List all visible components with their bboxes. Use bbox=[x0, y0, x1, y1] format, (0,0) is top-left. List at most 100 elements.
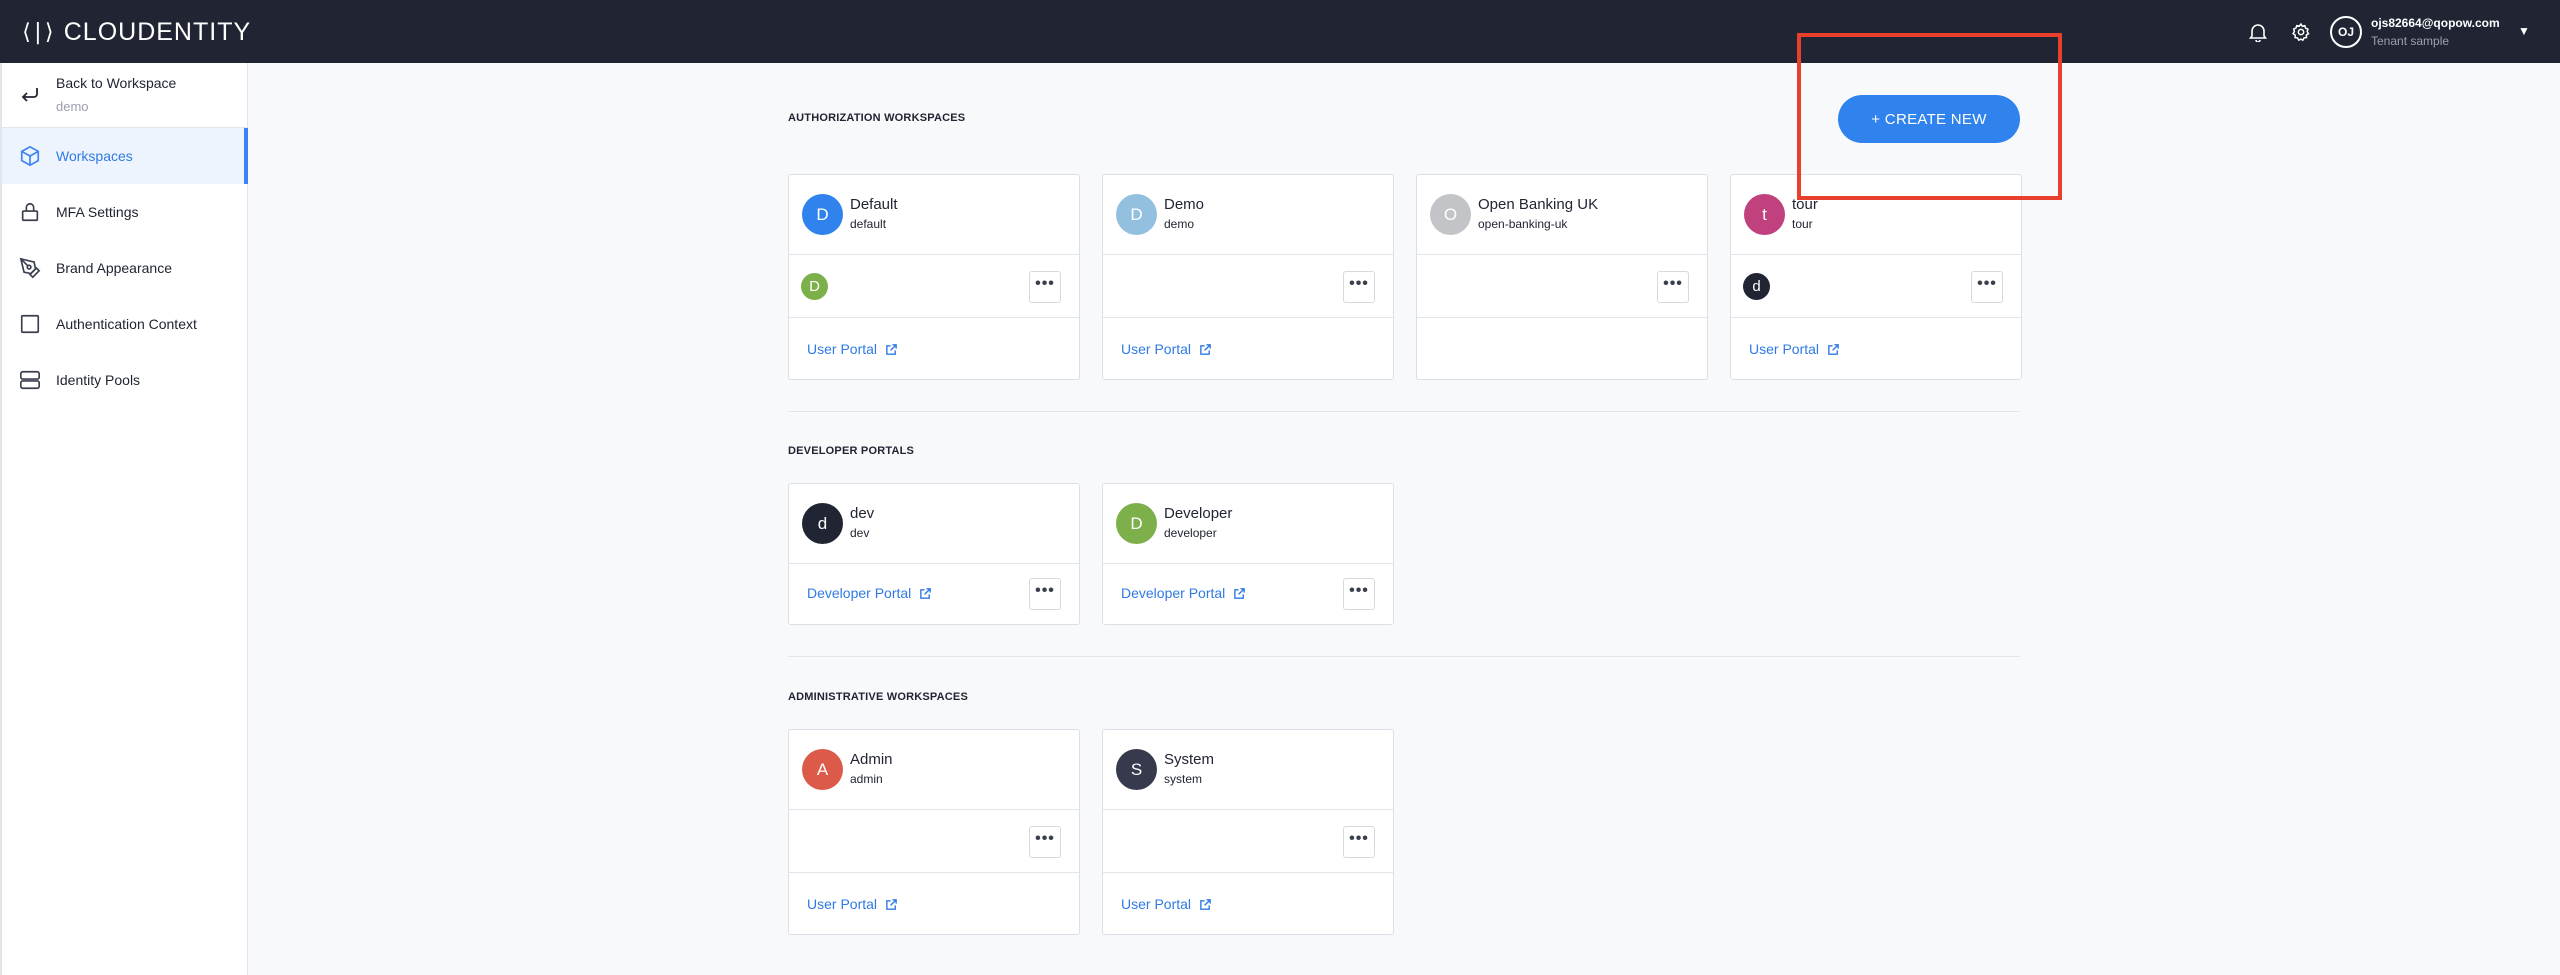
workspace-card-admin[interactable]: A Admin admin ••• User Portal bbox=[788, 729, 1080, 935]
workspace-name: Admin bbox=[850, 751, 893, 768]
highlight-annotation-box bbox=[1797, 33, 2062, 200]
card-body: ••• bbox=[789, 810, 1079, 873]
server-icon bbox=[18, 368, 42, 392]
sidebar-item-authentication-context[interactable]: Authentication Context bbox=[2, 296, 248, 352]
current-workspace-name: demo bbox=[56, 99, 89, 114]
cube-icon bbox=[18, 144, 42, 168]
return-arrow-icon bbox=[18, 83, 42, 107]
square-icon bbox=[18, 312, 42, 336]
workspace-name: Demo bbox=[1164, 196, 1205, 213]
back-to-workspace-link[interactable]: Back to Workspace demo bbox=[2, 63, 248, 128]
brand-logo[interactable]: ⟨|⟩ CLOUDENTITY bbox=[20, 17, 251, 47]
workspace-avatar: O bbox=[1430, 194, 1471, 235]
workspace-id: default bbox=[850, 217, 887, 231]
workspace-avatar: D bbox=[802, 194, 843, 235]
external-link-icon bbox=[1200, 343, 1211, 355]
portal-link-label: User Portal bbox=[1121, 341, 1192, 357]
workspace-id: tour bbox=[1792, 217, 1813, 231]
lock-icon bbox=[18, 200, 42, 224]
section-title-developer-portals: DEVELOPER PORTALS bbox=[788, 445, 915, 457]
linked-user-avatar: D bbox=[801, 273, 828, 300]
user-portal-link[interactable]: User Portal bbox=[807, 896, 898, 912]
user-email[interactable]: ojs82664@qopow.com bbox=[2371, 16, 2500, 30]
sidebar-item-brand-appearance[interactable]: Brand Appearance bbox=[2, 240, 248, 296]
workspace-card-default[interactable]: D Default default D ••• User Portal bbox=[788, 174, 1080, 380]
card-header: D Demo demo bbox=[1103, 175, 1393, 255]
user-portal-link[interactable]: User Portal bbox=[1121, 896, 1212, 912]
workspace-name: Open Banking UK bbox=[1478, 196, 1599, 213]
portal-avatar: D bbox=[1116, 503, 1157, 544]
external-link-icon bbox=[1828, 343, 1839, 355]
portal-id: dev bbox=[850, 526, 870, 540]
card-header: D Developer developer bbox=[1103, 484, 1393, 564]
workspace-card-demo[interactable]: D Demo demo ••• User Portal bbox=[1102, 174, 1394, 380]
user-avatar[interactable]: OJ bbox=[2330, 16, 2362, 48]
workspace-id: system bbox=[1164, 772, 1203, 786]
brand-logo-icon: ⟨|⟩ bbox=[20, 19, 56, 45]
portal-name: dev bbox=[850, 505, 875, 522]
sidebar-item-mfa-settings[interactable]: MFA Settings bbox=[2, 184, 248, 240]
card-body: d ••• bbox=[1731, 255, 2021, 318]
portal-avatar: d bbox=[802, 503, 843, 544]
user-portal-link[interactable]: User Portal bbox=[1749, 341, 1840, 357]
more-options-button[interactable]: ••• bbox=[1029, 578, 1061, 610]
workspace-avatar: S bbox=[1116, 749, 1157, 790]
user-portal-link[interactable]: User Portal bbox=[807, 341, 898, 357]
tenant-name: Tenant sample bbox=[2371, 34, 2450, 48]
workspace-card-system[interactable]: S System system ••• User Portal bbox=[1102, 729, 1394, 935]
more-options-button[interactable]: ••• bbox=[1343, 826, 1375, 858]
more-options-button[interactable]: ••• bbox=[1029, 826, 1061, 858]
portal-link-label: User Portal bbox=[1121, 896, 1192, 912]
sidebar-item-label: Workspaces bbox=[56, 148, 133, 164]
workspace-avatar: t bbox=[1744, 194, 1785, 235]
workspace-card-tour[interactable]: t tour tour d ••• User Portal bbox=[1730, 174, 2022, 380]
workspace-card-open-banking-uk[interactable]: O Open Banking UK open-banking-uk ••• bbox=[1416, 174, 1708, 380]
sidebar-item-label: Authentication Context bbox=[56, 316, 197, 332]
linked-user-avatar: d bbox=[1743, 273, 1770, 300]
workspace-id: open-banking-uk bbox=[1478, 217, 1568, 231]
card-body: ••• bbox=[1103, 810, 1393, 873]
portal-card-dev[interactable]: d dev dev Developer Portal ••• bbox=[788, 483, 1080, 625]
section-divider bbox=[788, 411, 2020, 412]
more-options-button[interactable]: ••• bbox=[1029, 271, 1061, 303]
sidebar-item-label: MFA Settings bbox=[56, 204, 139, 220]
card-body: D ••• bbox=[789, 255, 1079, 318]
card-footer: Developer Portal ••• bbox=[1103, 564, 1393, 624]
card-header: S System system bbox=[1103, 730, 1393, 810]
portal-link-label: User Portal bbox=[1749, 341, 1820, 357]
developer-portal-link[interactable]: Developer Portal bbox=[1121, 585, 1246, 601]
gear-icon[interactable] bbox=[2288, 19, 2314, 45]
card-footer: Developer Portal ••• bbox=[789, 564, 1079, 624]
workspace-name: Default bbox=[850, 196, 898, 213]
workspace-id: demo bbox=[1164, 217, 1195, 231]
workspace-id: admin bbox=[850, 772, 883, 786]
pen-tool-icon bbox=[18, 256, 42, 280]
more-options-button[interactable]: ••• bbox=[1657, 271, 1689, 303]
sidebar-item-label: Brand Appearance bbox=[56, 260, 172, 276]
sidebar-item-identity-pools[interactable]: Identity Pools bbox=[2, 352, 248, 408]
chevron-down-icon[interactable]: ▼ bbox=[2518, 24, 2530, 38]
section-title-administrative-workspaces: ADMINISTRATIVE WORKSPACES bbox=[788, 691, 968, 703]
external-link-icon bbox=[920, 587, 932, 599]
developer-portal-link[interactable]: Developer Portal bbox=[807, 585, 932, 601]
user-portal-link[interactable]: User Portal bbox=[1121, 341, 1212, 357]
portal-name: Developer bbox=[1164, 505, 1233, 522]
more-options-button[interactable]: ••• bbox=[1971, 271, 2003, 303]
section-divider bbox=[788, 656, 2020, 657]
card-header: d dev dev bbox=[789, 484, 1079, 564]
bell-icon[interactable] bbox=[2245, 19, 2271, 45]
sidebar-item-workspaces[interactable]: Workspaces bbox=[2, 128, 248, 184]
external-link-icon bbox=[886, 898, 897, 910]
card-body: ••• bbox=[1103, 255, 1393, 318]
more-options-button[interactable]: ••• bbox=[1343, 578, 1375, 610]
portal-card-developer[interactable]: D Developer developer Developer Portal •… bbox=[1102, 483, 1394, 625]
card-body: ••• bbox=[1417, 255, 1707, 318]
portal-link-label: Developer Portal bbox=[1121, 585, 1226, 601]
card-header: O Open Banking UK open-banking-uk bbox=[1417, 175, 1707, 255]
external-link-icon bbox=[1234, 587, 1246, 599]
sidebar-item-label: Identity Pools bbox=[56, 372, 141, 388]
sidebar: Back to Workspace demo Workspaces MFA Se… bbox=[0, 63, 248, 975]
portal-link-label: User Portal bbox=[807, 341, 878, 357]
more-options-button[interactable]: ••• bbox=[1343, 271, 1375, 303]
top-navigation-bar: ⟨|⟩ CLOUDENTITY OJ ojs82664@qopow.com Te… bbox=[0, 0, 2560, 63]
